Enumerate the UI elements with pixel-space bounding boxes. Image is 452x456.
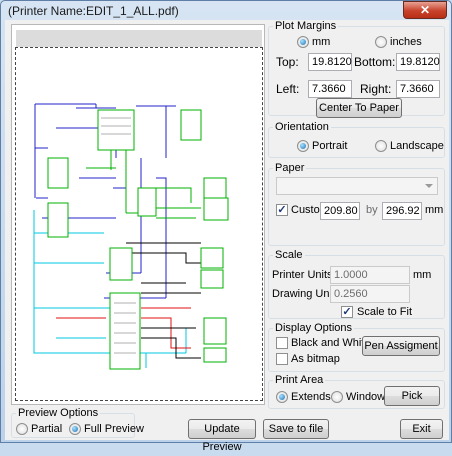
as-bitmap-checkbox[interactable]	[276, 353, 288, 365]
exit-button[interactable]: Exit	[400, 419, 443, 439]
paper-width-field[interactable]: 209.80	[320, 202, 360, 220]
window-title: (Printer Name:EDIT_1_ALL.pdf)	[8, 4, 179, 18]
display-options-legend: Display Options	[275, 322, 353, 334]
top-margin-field[interactable]: 19.8120	[308, 53, 352, 71]
center-to-paper-button[interactable]: Center To Paper	[316, 98, 402, 118]
full-preview-radio[interactable]	[69, 423, 81, 435]
printer-units-field[interactable]: 1.0000	[330, 266, 410, 284]
bottom-margin-field[interactable]: 19.8120	[396, 53, 440, 71]
chevron-down-icon	[425, 184, 433, 188]
by-label: by	[366, 204, 378, 216]
black-and-white-label: Black and White	[291, 337, 371, 349]
black-and-white-checkbox[interactable]	[276, 337, 288, 349]
pen-assignment-button[interactable]: Pen Assigment	[362, 336, 440, 356]
top-label: Top:	[276, 55, 299, 69]
save-to-file-button[interactable]: Save to file	[263, 419, 329, 439]
mm-label: mm	[312, 36, 331, 48]
extends-label: Extends	[291, 391, 331, 403]
printer-units-unit: mm	[413, 269, 432, 281]
bottom-label: Bottom:	[354, 55, 396, 69]
landscape-radio[interactable]	[375, 140, 387, 152]
drawing-units-field[interactable]: 0.2560	[330, 285, 410, 303]
paper-size-select[interactable]	[276, 177, 438, 195]
landscape-label: Landscape	[390, 140, 444, 152]
pick-button[interactable]: Pick	[384, 386, 440, 406]
orientation-legend: Orientation	[275, 121, 329, 133]
paper-legend: Paper	[275, 162, 305, 174]
update-preview-button[interactable]: Update Preview	[188, 419, 256, 453]
extends-radio[interactable]	[276, 391, 288, 403]
preview-header-strip	[16, 30, 262, 47]
printer-units-label: Printer Units:	[272, 269, 336, 281]
inches-radio[interactable]	[375, 36, 387, 48]
left-label: Left:	[276, 82, 300, 96]
print-area-legend: Print Area	[275, 374, 324, 386]
close-icon: ✕	[419, 3, 431, 17]
plot-margins-legend: Plot Margins	[275, 20, 337, 32]
preview-options-legend: Preview Options	[18, 407, 99, 419]
paper-height-field[interactable]: 296.92	[382, 202, 422, 220]
inches-label: inches	[390, 36, 422, 48]
window-radio[interactable]	[331, 391, 343, 403]
right-label: Right:	[360, 82, 392, 96]
custom-checkbox[interactable]: ✓	[276, 204, 288, 216]
scale-to-fit-checkbox[interactable]: ✓	[341, 306, 353, 318]
partial-radio[interactable]	[16, 423, 28, 435]
window-label: Window	[346, 391, 386, 403]
schematic-preview	[33, 103, 229, 370]
portrait-label: Portrait	[312, 140, 348, 152]
mm-radio[interactable]	[297, 36, 309, 48]
dialog-client: Plot Margins mm inches Top: 19.8120 Bott…	[5, 20, 449, 453]
partial-label: Partial	[31, 423, 63, 435]
scale-to-fit-label: Scale to Fit	[357, 306, 413, 318]
full-preview-label: Full Preview	[84, 423, 144, 435]
preview-pane	[11, 24, 265, 405]
scale-legend: Scale	[275, 249, 303, 261]
as-bitmap-label: As bitmap	[291, 353, 340, 365]
paper-preview	[15, 47, 263, 401]
right-margin-field[interactable]: 7.3660	[396, 80, 440, 98]
paper-unit-label: mm	[425, 204, 444, 216]
portrait-radio[interactable]	[297, 140, 309, 152]
print-preview-window: (Printer Name:EDIT_1_ALL.pdf) ✕ Plot Mar…	[0, 0, 452, 453]
left-margin-field[interactable]: 7.3660	[308, 80, 352, 98]
close-button[interactable]: ✕	[403, 1, 447, 19]
